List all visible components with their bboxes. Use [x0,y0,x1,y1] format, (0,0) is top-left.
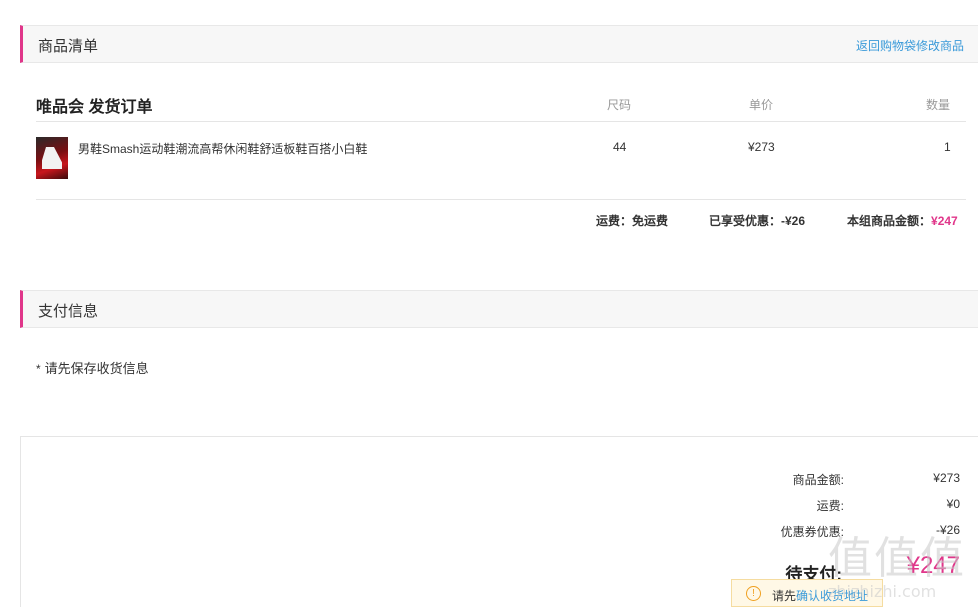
warning-icon: ! [746,586,761,601]
payment-note-text: 请先保存收货信息 [44,361,149,376]
back-to-cart-link[interactable]: 返回购物袋修改商品 [856,37,964,54]
goods-section-title: 商品清单 [38,38,99,55]
payment-section-title: 支付信息 [38,303,99,320]
shipping-summary: 运费：免运费 [596,212,668,229]
goods-amount-label: 商品金额: [792,473,844,487]
payment-section-header: 支付信息 [20,290,978,328]
table-divider [36,199,966,200]
column-price: 单价 [749,98,774,112]
watermark-text: zhizhizhi.com [828,582,937,601]
product-qty: 1 [944,140,951,154]
shipping-total-value: ¥0 [946,497,960,511]
watermark: 值值值 zhizhizhi.com [828,522,978,607]
shipping-total-label: 运费: [816,499,844,513]
shoe-image [42,147,62,169]
required-star: * [36,362,41,376]
shipping-label: 运费： [596,214,633,228]
column-qty: 数量 [926,98,951,112]
product-price: ¥273 [748,140,775,154]
product-size: 44 [613,140,627,154]
group-total-summary: 本组商品金额：¥247 [847,212,958,229]
watermark-logo: 值值值 [828,533,966,584]
goods-amount-value: ¥273 [933,471,960,485]
column-size: 尺码 [607,98,632,112]
group-total-value: ¥247 [931,214,958,228]
payment-note: * 请先保存收货信息 [36,358,149,377]
shipping-value: 免运费 [632,214,669,228]
warning-prefix: 请先 [772,589,797,603]
order-title: 唯品会 发货订单 [36,99,153,116]
coupon-label: 优惠券优惠: [780,525,844,539]
discount-label: 已享受优惠： [709,214,782,228]
group-total-label: 本组商品金额： [847,214,932,228]
product-thumbnail[interactable] [36,137,68,179]
product-name[interactable]: 男鞋Smash运动鞋潮流高帮休闲鞋舒适板鞋百搭小白鞋 [78,140,367,157]
goods-section-header: 商品清单 返回购物袋修改商品 [20,25,978,63]
table-divider [36,121,966,122]
discount-value: -¥26 [781,214,806,228]
discount-summary: 已享受优惠：-¥26 [709,212,805,229]
